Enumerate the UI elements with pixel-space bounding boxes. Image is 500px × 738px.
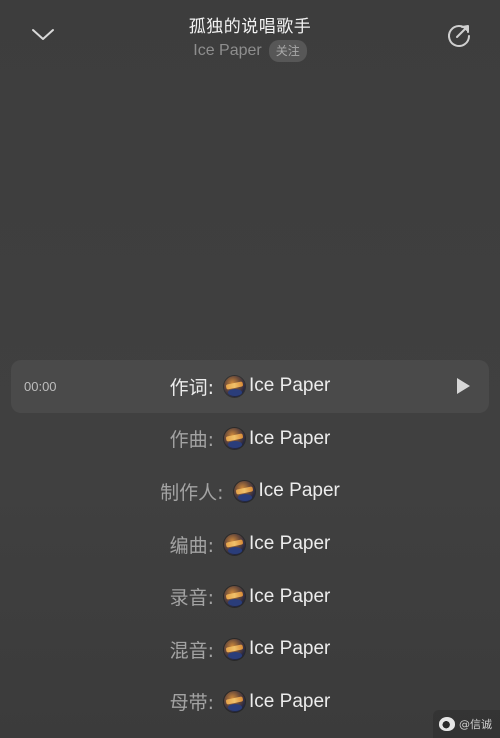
credit-role: 母带:	[169, 692, 215, 715]
credit-name[interactable]: Ice Paper	[259, 480, 340, 502]
credit-name[interactable]: Ice Paper	[249, 428, 330, 450]
artist-avatar	[224, 638, 246, 660]
credit-row-arranger[interactable]: 编曲: Ice Paper	[0, 518, 500, 571]
current-time: 00:00	[24, 378, 57, 394]
credit-name[interactable]: Ice Paper	[249, 375, 330, 397]
credit-row-lyricist[interactable]: 00:00 作词: Ice Paper	[11, 360, 489, 413]
credit-row-composer[interactable]: 作曲: Ice Paper	[0, 413, 500, 466]
credit-role: 编曲:	[169, 534, 215, 557]
credit-role: 作曲:	[169, 429, 215, 452]
song-title: 孤独的说唱歌手	[188, 17, 312, 37]
artist-avatar	[224, 428, 246, 450]
credit-role: 制作人:	[160, 481, 224, 504]
watermark-text: @信诚	[459, 718, 492, 731]
weibo-logo-icon	[439, 717, 455, 731]
artist-avatar	[224, 375, 246, 397]
credit-role: 作词:	[169, 376, 215, 399]
play-button[interactable]	[453, 376, 473, 396]
follow-button[interactable]: 关注	[268, 40, 307, 62]
credit-row-mixing[interactable]: 混音: Ice Paper	[0, 623, 500, 676]
chevron-down-icon	[32, 29, 54, 40]
play-icon	[457, 378, 470, 395]
collapse-button[interactable]	[26, 20, 60, 50]
player-header: 孤独的说唱歌手 Ice Paper 关注	[0, 0, 500, 80]
credit-row-recording[interactable]: 录音: Ice Paper	[0, 570, 500, 623]
credit-role: 混音:	[169, 639, 215, 662]
artist-line: Ice Paper 关注	[100, 40, 400, 62]
credit-name[interactable]: Ice Paper	[249, 586, 330, 608]
watermark: @信诚	[433, 710, 500, 738]
artist-name[interactable]: Ice Paper	[193, 42, 261, 60]
credit-row-producer[interactable]: 制作人: Ice Paper	[0, 465, 500, 518]
credit-name[interactable]: Ice Paper	[249, 691, 330, 713]
credit-name[interactable]: Ice Paper	[249, 638, 330, 660]
share-rotate-icon	[448, 25, 470, 47]
artist-avatar	[224, 586, 246, 608]
credits-list: 00:00 作词: Ice Paper 作曲: Ice Paper 制作人: I…	[0, 360, 500, 728]
share-button[interactable]	[442, 18, 476, 52]
credit-row-mastering[interactable]: 母带: Ice Paper	[0, 676, 500, 729]
artist-avatar	[224, 691, 246, 713]
credit-name[interactable]: Ice Paper	[249, 533, 330, 555]
credit-role: 录音:	[169, 587, 215, 610]
artist-avatar	[224, 533, 246, 555]
artist-avatar	[233, 480, 255, 502]
